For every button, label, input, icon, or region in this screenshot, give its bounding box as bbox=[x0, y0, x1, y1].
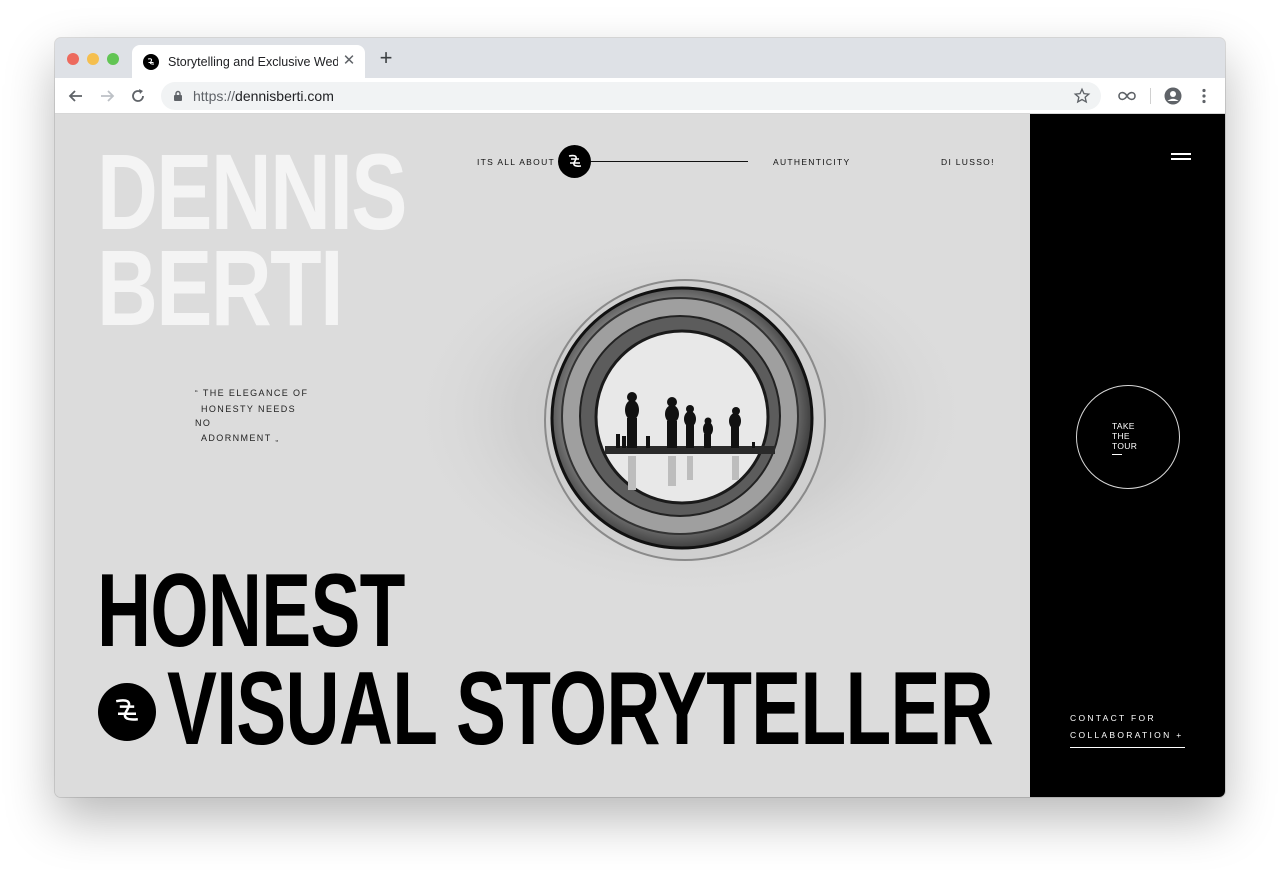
more-icon[interactable] bbox=[1194, 86, 1214, 106]
quote-open-mark: “ bbox=[195, 389, 200, 398]
browser-toolbar: https://dennisberti.com bbox=[55, 78, 1225, 114]
headline-line-1: HONEST bbox=[97, 553, 405, 669]
headline-line-2: VISUAL STORYTELLER bbox=[167, 651, 994, 767]
quote-line: THE ELEGANCE OF bbox=[202, 388, 309, 398]
nav-logo-icon[interactable] bbox=[558, 145, 591, 178]
close-tab-icon[interactable]: ✕ bbox=[342, 53, 356, 68]
new-tab-button[interactable]: + bbox=[376, 47, 396, 69]
star-icon[interactable] bbox=[1073, 87, 1091, 105]
lock-icon bbox=[174, 90, 182, 101]
name-line-2: BERTI bbox=[97, 227, 343, 348]
contact-for-collaboration-link[interactable]: CONTACT FOR COLLABORATION + bbox=[1070, 710, 1183, 744]
reload-icon[interactable] bbox=[128, 86, 148, 106]
minimize-window-button[interactable] bbox=[87, 53, 99, 65]
quote-line: HONESTY NEEDS NO bbox=[195, 403, 297, 429]
quote-text: “ THE ELEGANCE OF HONESTY NEEDS NO ADORN… bbox=[195, 386, 315, 446]
headline-logo-icon[interactable] bbox=[98, 683, 156, 741]
address-bar[interactable]: https://dennisberti.com bbox=[161, 82, 1101, 110]
maximize-window-button[interactable] bbox=[107, 53, 119, 65]
hamburger-menu-icon[interactable] bbox=[1171, 153, 1191, 163]
active-tab[interactable]: Storytelling and Exclusive Wed ✕ bbox=[132, 45, 365, 78]
page-viewport: DENNIS BERTI “ THE ELEGANCE OF HONESTY N… bbox=[55, 114, 1225, 797]
toolbar-divider bbox=[1150, 88, 1151, 104]
tab-title: Storytelling and Exclusive Wed bbox=[168, 54, 338, 69]
take-the-tour-label: TAKE THE TOUR bbox=[1112, 421, 1138, 451]
take-the-tour-button[interactable]: TAKE THE TOUR bbox=[1076, 385, 1180, 489]
side-panel: TAKE THE TOUR CONTACT FOR COLLABORATION … bbox=[1030, 114, 1225, 797]
tagline-authenticity: AUTHENTICITY bbox=[773, 157, 851, 167]
tab-strip: Storytelling and Exclusive Wed ✕ + bbox=[55, 38, 1225, 78]
back-arrow-icon[interactable] bbox=[66, 86, 86, 106]
forward-arrow-icon[interactable] bbox=[97, 86, 117, 106]
account-icon[interactable] bbox=[1163, 86, 1183, 106]
browser-window: Storytelling and Exclusive Wed ✕ + https… bbox=[55, 38, 1225, 797]
nav-line-divider bbox=[591, 161, 748, 162]
favicon-logo-icon bbox=[143, 53, 159, 70]
name-line-1: DENNIS bbox=[97, 131, 407, 252]
infinity-icon[interactable] bbox=[1117, 86, 1137, 106]
tagline-di-lusso: DI LUSSO! bbox=[941, 157, 995, 167]
tour-dash-divider bbox=[1112, 454, 1122, 455]
lens-illustration bbox=[400, 224, 965, 604]
quote-line: ADORNMENT bbox=[201, 432, 272, 443]
quote-close-mark: „ bbox=[275, 433, 280, 443]
contact-underline bbox=[1070, 747, 1185, 748]
tagline-its-all-about: ITS ALL ABOUT bbox=[477, 157, 555, 167]
url-text: https://dennisberti.com bbox=[193, 88, 334, 104]
close-window-button[interactable] bbox=[67, 53, 79, 65]
